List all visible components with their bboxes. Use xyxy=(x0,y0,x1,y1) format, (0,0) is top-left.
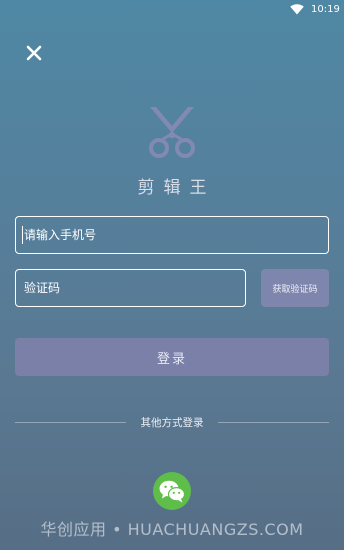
wechat-icon xyxy=(159,480,186,503)
get-code-button[interactable]: 获取验证码 xyxy=(261,269,329,307)
status-bar: 10:19 xyxy=(0,0,344,20)
app-name: 剪辑王 xyxy=(137,178,216,198)
wifi-icon xyxy=(290,4,304,15)
divider-right xyxy=(218,422,329,423)
text-cursor xyxy=(22,226,23,244)
scissors-icon xyxy=(149,107,195,158)
close-button[interactable] xyxy=(24,43,44,63)
divider-left xyxy=(15,422,126,423)
close-icon xyxy=(26,45,42,61)
watermark: 华创应用 • HUACHUANGZS.COM xyxy=(40,520,304,539)
verification-code-input[interactable] xyxy=(15,269,246,307)
wechat-login-button[interactable] xyxy=(153,472,191,510)
other-login-label: 其他方式登录 xyxy=(140,417,204,429)
phone-input[interactable] xyxy=(15,216,329,254)
login-button[interactable]: 登录 xyxy=(15,338,329,376)
status-time: 10:19 xyxy=(311,4,340,15)
